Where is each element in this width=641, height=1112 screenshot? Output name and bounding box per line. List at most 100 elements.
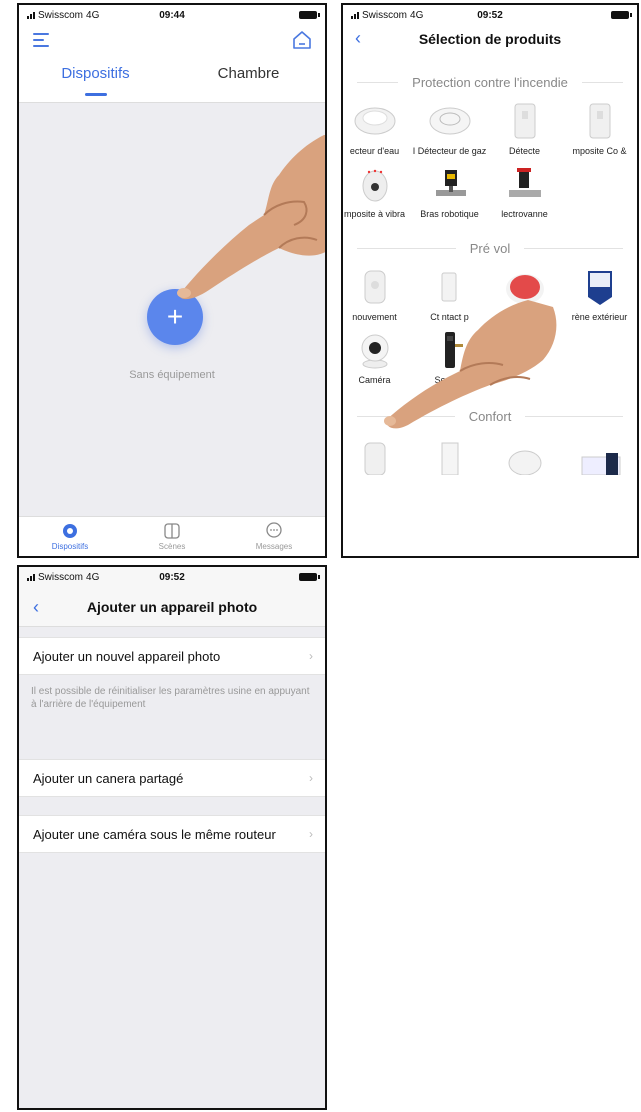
- messages-icon: [266, 522, 282, 538]
- contact-sensor-icon: [425, 265, 475, 309]
- section-header: Pré vol: [343, 231, 637, 265]
- signal-icon: [27, 573, 35, 581]
- battery-icon: [299, 573, 320, 581]
- motion-sensor-icon: [350, 265, 400, 309]
- co-detector-icon: [500, 99, 550, 143]
- product-label: mposite à vibra: [343, 209, 406, 219]
- product-item[interactable]: I Détecteur de gaz: [412, 99, 487, 156]
- product-item[interactable]: Alarme SOS: [487, 265, 562, 322]
- outdoor-siren-icon: [575, 265, 625, 309]
- add-new-camera-row[interactable]: Ajouter un nouvel appareil photo ›: [19, 637, 325, 675]
- nav-bar: ‹ Ajouter un appareil photo: [19, 587, 325, 627]
- product-label: Serrure: [434, 375, 465, 385]
- battery-icon: [299, 11, 320, 19]
- tab-bar: Dispositifs Chambre: [19, 55, 325, 103]
- row-label: Ajouter un canera partagé: [33, 770, 184, 786]
- bottom-nav: Dispositifs Scènes Messages: [19, 516, 325, 556]
- product-item[interactable]: Caméra: [343, 328, 412, 385]
- product-grid-security: nouvement Ct ntact p Alarme SOS rène ext…: [343, 265, 637, 385]
- robotic-arm-icon: [425, 162, 475, 206]
- product-item[interactable]: Détecte: [487, 99, 562, 156]
- page-title: Sélection de produits: [418, 31, 562, 47]
- composite-co-detector-icon: [575, 99, 625, 143]
- product-label: Bras robotique: [420, 209, 479, 219]
- product-item[interactable]: lectrovanne: [487, 162, 562, 219]
- scenes-icon: [164, 523, 180, 539]
- product-item[interactable]: Bras robotique: [412, 162, 487, 219]
- status-bar: Swisscom 4G 09:52: [19, 567, 325, 587]
- network-label: 4G: [86, 9, 100, 21]
- electrovalve-icon: [500, 162, 550, 206]
- top-bar: [19, 25, 325, 55]
- screen-product-selection: Swisscom 4G 09:52 ‹ Sélection de produit…: [341, 3, 639, 558]
- product-item[interactable]: [343, 433, 412, 477]
- product-item[interactable]: mposite Co &: [562, 99, 637, 156]
- devices-icon: [63, 524, 77, 538]
- carrier-label: Swisscom: [38, 571, 84, 583]
- menu-icon[interactable]: [33, 33, 49, 47]
- reset-hint: Il est possible de réinitialiser les par…: [31, 686, 310, 710]
- section-header: Protection contre l'incendie: [343, 65, 637, 99]
- row-label: Ajouter une caméra sous le même routeur: [33, 826, 276, 842]
- home-icon[interactable]: [291, 29, 313, 51]
- clock: 09:44: [159, 9, 185, 21]
- product-item[interactable]: Serrure: [412, 328, 487, 385]
- carrier-label: Swisscom: [38, 9, 84, 21]
- tab-devices[interactable]: Dispositifs: [19, 55, 172, 102]
- add-shared-camera-row[interactable]: Ajouter un canera partagé ›: [19, 759, 325, 797]
- nav-scenes-label: Scènes: [158, 542, 186, 551]
- page-title: Ajouter un appareil photo: [86, 599, 258, 615]
- clock: 09:52: [477, 9, 503, 21]
- chevron-right-icon: ›: [309, 827, 313, 841]
- product-item[interactable]: mposite à vibra: [343, 162, 412, 219]
- signal-icon: [351, 11, 359, 19]
- product-label: Détecte: [508, 146, 541, 156]
- network-label: 4G: [86, 571, 100, 583]
- row-label: Ajouter un nouvel appareil photo: [33, 648, 221, 664]
- section-header: Confort: [343, 399, 637, 433]
- nav-scenes[interactable]: Scènes: [121, 517, 223, 556]
- product-grid-comfort: [343, 433, 637, 475]
- product-item[interactable]: ecteur d'eau: [343, 99, 412, 156]
- nav-messages-label: Messages: [255, 542, 293, 551]
- camera-icon: [350, 328, 400, 372]
- product-item[interactable]: rène extérieur: [562, 265, 637, 322]
- product-label: rène extérieur: [571, 312, 628, 322]
- product-label: Caméra: [358, 375, 391, 385]
- product-item[interactable]: [412, 433, 487, 477]
- empty-state-label: Sans équipement: [129, 369, 215, 381]
- sos-alarm-icon: [500, 265, 550, 309]
- product-label: Ct ntact p: [430, 312, 469, 322]
- product-item[interactable]: nouvement: [343, 265, 412, 322]
- signal-icon: [27, 11, 35, 19]
- bulb-icon: [500, 433, 550, 477]
- nav-messages[interactable]: Messages: [223, 517, 325, 556]
- product-item[interactable]: [562, 433, 637, 477]
- product-label: lectrovanne: [501, 209, 548, 219]
- carrier-label: Swisscom: [362, 9, 408, 21]
- tab-room[interactable]: Chambre: [172, 55, 325, 102]
- remote-icon: [575, 433, 625, 477]
- screen-devices: Swisscom 4G 09:44 Dispositifs Chambre + …: [17, 3, 327, 558]
- smart-plug-icon: [350, 433, 400, 477]
- screen-add-camera: Swisscom 4G 09:52 ‹ Ajouter un appareil …: [17, 565, 327, 1110]
- product-label: Alarme SOS: [499, 312, 550, 322]
- product-item[interactable]: [487, 433, 562, 477]
- chevron-right-icon: ›: [309, 771, 313, 785]
- battery-icon: [611, 11, 632, 19]
- gas-detector-icon: [425, 99, 475, 143]
- chevron-right-icon: ›: [309, 649, 313, 663]
- status-bar: Swisscom 4G 09:44: [19, 5, 325, 25]
- add-device-button[interactable]: +: [147, 289, 203, 345]
- product-label: ecteur d'eau: [349, 146, 400, 156]
- door-lock-icon: [425, 328, 475, 372]
- product-item[interactable]: Ct ntact p: [412, 265, 487, 322]
- nav-devices[interactable]: Dispositifs: [19, 517, 121, 556]
- product-label: nouvement: [352, 312, 397, 322]
- nav-devices-label: Dispositifs: [51, 542, 89, 551]
- product-label: mposite Co &: [572, 146, 627, 156]
- add-camera-same-router-row[interactable]: Ajouter une caméra sous le même routeur …: [19, 815, 325, 853]
- water-detector-icon: [350, 99, 400, 143]
- product-label: I Détecteur de gaz: [412, 146, 487, 156]
- clock: 09:52: [159, 571, 185, 583]
